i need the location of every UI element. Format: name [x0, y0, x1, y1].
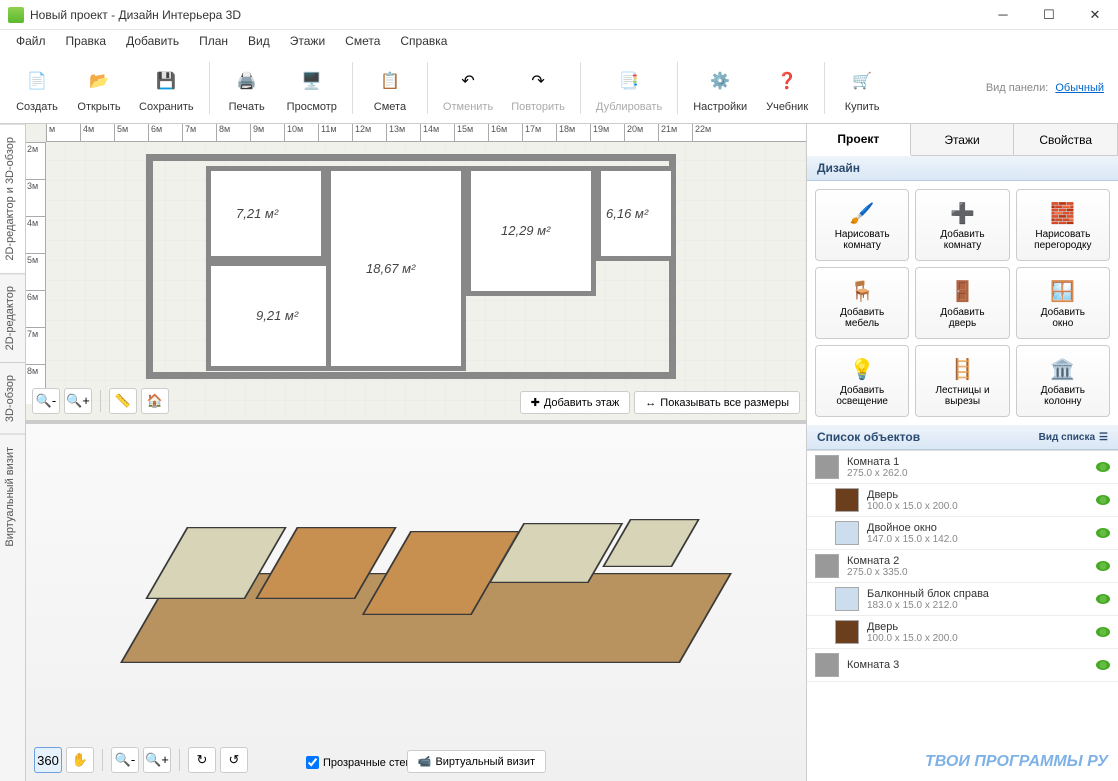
canvas-2d[interactable]: м4м5м6м7м8м9м10м11м12м13м14м15м16м17м18м… [26, 124, 806, 424]
open-icon: 📂 [81, 63, 117, 99]
toolbar-save[interactable]: 💾Сохранить [132, 60, 201, 116]
watermark: ТВОИ ПРОГРАММЫ РУ [925, 753, 1108, 771]
design-section-header: Дизайн [807, 156, 1118, 181]
undo-icon: ↶ [450, 63, 486, 99]
toolbar-settings[interactable]: ⚙️Настройки [686, 60, 754, 116]
pan-3d[interactable]: ✋ [66, 747, 94, 773]
design-btn-0[interactable]: 🖌️Нарисоватькомнату [815, 189, 909, 261]
toolbar-help[interactable]: ❓Учебник [758, 60, 816, 116]
visibility-icon[interactable] [1096, 561, 1110, 571]
maximize-button[interactable]: ☐ [1026, 0, 1072, 30]
rp-tab-Этажи[interactable]: Этажи [911, 124, 1015, 155]
side-tab-2[interactable]: 3D-обзор [0, 362, 25, 434]
visibility-icon[interactable] [1096, 462, 1110, 472]
visibility-icon[interactable] [1096, 660, 1110, 670]
toolbar-undo: ↶Отменить [436, 60, 500, 116]
view-list-link[interactable]: Вид списка ☰ [1039, 432, 1108, 443]
menu-добавить[interactable]: Добавить [118, 32, 187, 50]
toolbar-buy[interactable]: 🛒Купить [833, 60, 891, 116]
object-list-header: Список объектов [817, 430, 920, 444]
menu-файл[interactable]: Файл [8, 32, 54, 50]
object-item[interactable]: Двойное окно147.0 x 15.0 x 142.0 [807, 517, 1118, 550]
virtual-visit-button[interactable]: 📹 Виртуальный визит [407, 750, 546, 773]
menu-справка[interactable]: Справка [392, 32, 455, 50]
object-item[interactable]: Балконный блок справа183.0 x 15.0 x 212.… [807, 583, 1118, 616]
side-tab-3[interactable]: Виртуальный визит [0, 434, 25, 559]
window-title: Новый проект - Дизайн Интерьера 3D [30, 8, 241, 22]
visibility-icon[interactable] [1096, 528, 1110, 538]
estimate-icon: 📋 [372, 63, 408, 99]
toolbar-new[interactable]: 📄Создать [8, 60, 66, 116]
settings-icon: ⚙️ [702, 63, 738, 99]
help-icon: ❓ [769, 63, 805, 99]
design-btn-1[interactable]: ➕Добавитькомнату [915, 189, 1009, 261]
menu-этажи[interactable]: Этажи [282, 32, 333, 50]
dup-icon: 📑 [611, 63, 647, 99]
object-item[interactable]: Комната 1275.0 x 262.0 [807, 451, 1118, 484]
object-item[interactable]: Комната 3 [807, 649, 1118, 682]
minimize-button[interactable]: ─ [980, 0, 1026, 30]
toolbar-redo: ↷Повторить [504, 60, 572, 116]
visibility-icon[interactable] [1096, 594, 1110, 604]
toolbar-dup: 📑Дублировать [589, 60, 669, 116]
print-icon: 🖨️ [229, 63, 265, 99]
menu-правка[interactable]: Правка [58, 32, 115, 50]
object-item[interactable]: Дверь100.0 x 15.0 x 200.0 [807, 616, 1118, 649]
buy-icon: 🛒 [844, 63, 880, 99]
visibility-icon[interactable] [1096, 495, 1110, 505]
new-icon: 📄 [19, 63, 55, 99]
preview-icon: 🖥️ [294, 63, 330, 99]
panel-mode-link[interactable]: Обычный [1055, 82, 1104, 94]
zoom-in-3d[interactable]: 🔍+ [143, 747, 171, 773]
rotate-cw[interactable]: ↻ [188, 747, 216, 773]
design-btn-8[interactable]: 🏛️Добавитьколонну [1016, 345, 1110, 417]
side-tab-0[interactable]: 2D-редактор и 3D-обзор [0, 124, 25, 273]
panel-mode-label: Вид панели: Обычный [986, 82, 1112, 94]
zoom-out-2d[interactable]: 🔍- [32, 388, 60, 414]
side-tab-1[interactable]: 2D-редактор [0, 273, 25, 362]
rotate-ccw[interactable]: ↺ [220, 747, 248, 773]
zoom-out-3d[interactable]: 🔍- [111, 747, 139, 773]
measure-tool[interactable]: 📏 [109, 388, 137, 414]
visibility-icon[interactable] [1096, 627, 1110, 637]
redo-icon: ↷ [520, 63, 556, 99]
design-btn-6[interactable]: 💡Добавитьосвещение [815, 345, 909, 417]
save-icon: 💾 [148, 63, 184, 99]
zoom-in-2d[interactable]: 🔍+ [64, 388, 92, 414]
design-btn-3[interactable]: 🪑Добавитьмебель [815, 267, 909, 339]
ruler-vertical: 2м3м4м5м6м7м8м [26, 142, 46, 404]
toolbar-open[interactable]: 📂Открыть [70, 60, 128, 116]
toolbar-estimate[interactable]: 📋Смета [361, 60, 419, 116]
design-btn-7[interactable]: 🪜Лестницы ивырезы [915, 345, 1009, 417]
menu-вид[interactable]: Вид [240, 32, 278, 50]
menu-смета[interactable]: Смета [337, 32, 388, 50]
menu-план[interactable]: План [191, 32, 236, 50]
app-icon [8, 7, 24, 23]
canvas-3d[interactable]: 360 ✋ 🔍- 🔍+ ↻ ↺ Прозрачные стены 📹 Вирту… [26, 424, 806, 781]
home-tool[interactable]: 🏠 [141, 388, 169, 414]
close-button[interactable]: ✕ [1072, 0, 1118, 30]
object-item[interactable]: Комната 2275.0 x 335.0 [807, 550, 1118, 583]
design-btn-2[interactable]: 🧱Нарисоватьперегородку [1016, 189, 1110, 261]
object-item[interactable]: Дверь100.0 x 15.0 x 200.0 [807, 484, 1118, 517]
show-dims-button[interactable]: ↔ Показывать все размеры [634, 391, 800, 414]
rp-tab-Проект[interactable]: Проект [807, 124, 911, 156]
ruler-horizontal: м4м5м6м7м8м9м10м11м12м13м14м15м16м17м18м… [46, 124, 806, 142]
transparent-walls-checkbox[interactable]: Прозрачные стены [306, 756, 419, 769]
rp-tab-Свойства[interactable]: Свойства [1014, 124, 1118, 155]
rotate-360[interactable]: 360 [34, 747, 62, 773]
design-btn-5[interactable]: 🪟Добавитьокно [1016, 267, 1110, 339]
toolbar-preview[interactable]: 🖥️Просмотр [280, 60, 344, 116]
add-floor-button[interactable]: ✚ Добавить этаж [520, 391, 631, 414]
toolbar-print[interactable]: 🖨️Печать [218, 60, 276, 116]
design-btn-4[interactable]: 🚪Добавитьдверь [915, 267, 1009, 339]
